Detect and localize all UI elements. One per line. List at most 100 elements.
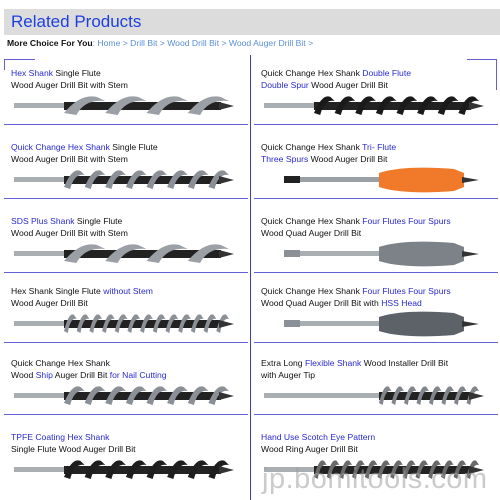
product-title-text: Wood Auger Drill Bit bbox=[308, 80, 388, 90]
product-title-text: Wood Quad Auger Drill Bit with bbox=[261, 298, 382, 308]
product-image-quick-change-auger-bit[interactable] bbox=[4, 165, 244, 195]
product-card[interactable]: Quick Change Hex Shank Double Flute Doubl… bbox=[254, 55, 498, 125]
product-title[interactable]: SDS Plus Shank Single Flute Wood Auger Dr… bbox=[11, 215, 251, 239]
product-title-highlight: Four Flutes Four Spurs bbox=[362, 286, 451, 296]
product-image-black-tpfe-auger-bit[interactable] bbox=[4, 455, 244, 485]
drill-shank bbox=[14, 467, 64, 472]
product-title[interactable]: Extra Long Flexible Shank Wood Installer… bbox=[261, 357, 500, 381]
product-image-flexible-shank-installer-bit[interactable] bbox=[254, 381, 494, 411]
product-image-quad-auger-bit-hss-head[interactable] bbox=[254, 309, 494, 339]
product-title-text: Wood Auger Drill Bit bbox=[11, 298, 88, 308]
product-image-double-flute-black-auger-bit[interactable] bbox=[254, 91, 494, 121]
product-card[interactable]: Extra Long Flexible Shank Wood Installer… bbox=[254, 345, 498, 415]
row-divider bbox=[4, 198, 248, 199]
product-title-text: Wood Auger Drill Bit with Stem bbox=[11, 80, 128, 90]
breadcrumb-lead: More Choice For You bbox=[7, 38, 93, 48]
product-title-highlight: without Stem bbox=[103, 286, 153, 296]
product-card[interactable]: Quick Change Hex Shank Four Flutes Four … bbox=[254, 273, 498, 343]
product-title-text: Single Flute Wood Auger Drill Bit bbox=[11, 444, 136, 454]
product-card[interactable]: TPFE Coating Hex Shank Single Flute Wood … bbox=[4, 419, 244, 489]
product-title-text: Wood Installer Drill Bit bbox=[361, 358, 449, 368]
row-divider bbox=[254, 414, 498, 415]
drill-hex-end bbox=[284, 320, 300, 327]
product-title-text: Wood Auger Drill Bit with Stem bbox=[11, 154, 128, 164]
drill-shank bbox=[14, 321, 64, 326]
drill-hex-end bbox=[284, 176, 300, 183]
drill-shank bbox=[14, 177, 64, 182]
row-divider bbox=[254, 198, 498, 199]
drill-screw-tip bbox=[219, 466, 234, 474]
product-card[interactable]: Quick Change Hex Shank Wood Ship Auger Dr… bbox=[4, 345, 248, 415]
drill-flute-body bbox=[379, 167, 464, 193]
breadcrumb-wood-auger-drill-bit[interactable]: Wood Auger Drill Bit bbox=[229, 38, 306, 48]
product-title[interactable]: Quick Change Hex Shank Wood Ship Auger Dr… bbox=[11, 357, 251, 381]
product-title-highlight: Hex Shank bbox=[11, 68, 54, 78]
product-title-text: Wood Quad Auger Drill Bit bbox=[261, 228, 362, 238]
breadcrumb: More Choice For You: Home > Drill Bit > … bbox=[7, 38, 314, 48]
product-title[interactable]: Quick Change Hex Shank Four Flutes Four … bbox=[261, 215, 500, 239]
product-title-highlight: SDS Plus Shank bbox=[11, 216, 75, 226]
product-image-single-flute-auger-bit-with-stem[interactable] bbox=[4, 91, 244, 121]
row-divider bbox=[254, 124, 498, 125]
drill-screw-tip bbox=[462, 177, 479, 183]
product-title[interactable]: Quick Change Hex Shank Tri- Flute Three S… bbox=[261, 141, 500, 165]
product-title[interactable]: Hand Use Scotch Eye Pattern Wood Ring Aug… bbox=[261, 431, 500, 455]
drill-screw-tip bbox=[219, 392, 234, 400]
product-title[interactable]: Quick Change Hex Shank Four Flutes Four … bbox=[261, 285, 500, 309]
product-title-text: Auger Drill Bit bbox=[52, 370, 110, 380]
breadcrumb-wood-drill-bit[interactable]: Wood Drill Bit bbox=[167, 38, 219, 48]
product-title-text: Hex Shank Single Flute bbox=[11, 286, 104, 296]
product-title-text: Single Flute bbox=[53, 68, 101, 78]
product-title-highlight: Flexible Shank bbox=[304, 358, 362, 368]
product-title-text: Quick Change Hex Shank bbox=[261, 286, 363, 296]
product-title-text: Wood Ring Auger Drill Bit bbox=[261, 444, 358, 454]
watermark: jp.bomitools.com bbox=[262, 463, 488, 495]
product-card[interactable]: SDS Plus Shank Single Flute Wood Auger Dr… bbox=[4, 203, 248, 273]
row-divider bbox=[4, 342, 248, 343]
drill-shank bbox=[14, 103, 64, 108]
drill-screw-tip bbox=[469, 392, 484, 400]
product-title-text: Wood Auger Drill Bit with Stem bbox=[11, 228, 128, 238]
product-image-ship-auger-bit[interactable] bbox=[4, 381, 244, 411]
product-title[interactable]: Hex Shank Single Flute Wood Auger Drill B… bbox=[11, 67, 251, 91]
product-title[interactable]: Quick Change Hex Shank Double Flute Doubl… bbox=[261, 67, 500, 91]
drill-screw-tip bbox=[469, 102, 484, 110]
product-title-text: Quick Change Hex Shank bbox=[261, 142, 363, 152]
product-image-orange-tri-flute-bit[interactable] bbox=[254, 165, 494, 195]
drill-flute-body bbox=[379, 311, 464, 337]
product-card[interactable]: Hex Shank Single Flute without Stem Wood … bbox=[4, 273, 248, 343]
product-card[interactable]: Quick Change Hex Shank Single Flute Wood … bbox=[4, 129, 248, 199]
drill-shank bbox=[299, 321, 379, 326]
product-title-highlight: HSS Head bbox=[381, 298, 422, 308]
product-title[interactable]: Hex Shank Single Flute without Stem Wood … bbox=[11, 285, 251, 309]
row-divider bbox=[4, 414, 248, 415]
product-title-highlight: Double Flute bbox=[362, 68, 412, 78]
product-title-text: with Auger Tip bbox=[261, 370, 315, 380]
breadcrumb-home[interactable]: Home bbox=[97, 38, 120, 48]
drill-screw-tip bbox=[219, 250, 234, 258]
product-title-text: Wood Auger Drill Bit bbox=[308, 154, 388, 164]
product-grid: Hex Shank Single Flute Wood Auger Drill B… bbox=[4, 55, 498, 500]
drill-shank bbox=[264, 103, 314, 108]
product-image-quad-auger-bit[interactable] bbox=[254, 239, 494, 269]
product-title-highlight: for Nail Cutting bbox=[109, 370, 167, 380]
product-title-text: Quick Change Hex Shank bbox=[11, 358, 110, 368]
product-image-sds-plus-auger-bit[interactable] bbox=[4, 239, 244, 269]
product-title-text: Quick Change Hex Shank bbox=[261, 216, 363, 226]
drill-hex-end bbox=[284, 250, 300, 257]
product-card[interactable]: Hex Shank Single Flute Wood Auger Drill B… bbox=[4, 55, 248, 125]
product-card[interactable]: Quick Change Hex Shank Four Flutes Four … bbox=[254, 203, 498, 273]
product-title[interactable]: TPFE Coating Hex Shank Single Flute Wood … bbox=[11, 431, 251, 455]
drill-screw-tip bbox=[462, 251, 479, 257]
product-image-long-auger-bit-no-stem[interactable] bbox=[4, 309, 244, 339]
product-title-highlight: Four Flutes Four Spurs bbox=[362, 216, 451, 226]
drill-screw-tip bbox=[219, 320, 234, 328]
drill-screw-tip bbox=[219, 102, 234, 110]
breadcrumb-drill-bit[interactable]: Drill Bit bbox=[130, 38, 157, 48]
product-title-text: Extra Long bbox=[261, 358, 305, 368]
product-title-highlight: Quick Change Hex Shank bbox=[11, 142, 110, 152]
product-title[interactable]: Quick Change Hex Shank Single Flute Wood … bbox=[11, 141, 251, 165]
product-card[interactable]: Quick Change Hex Shank Tri- Flute Three S… bbox=[254, 129, 498, 199]
drill-shank bbox=[299, 251, 379, 256]
row-divider bbox=[254, 342, 498, 343]
